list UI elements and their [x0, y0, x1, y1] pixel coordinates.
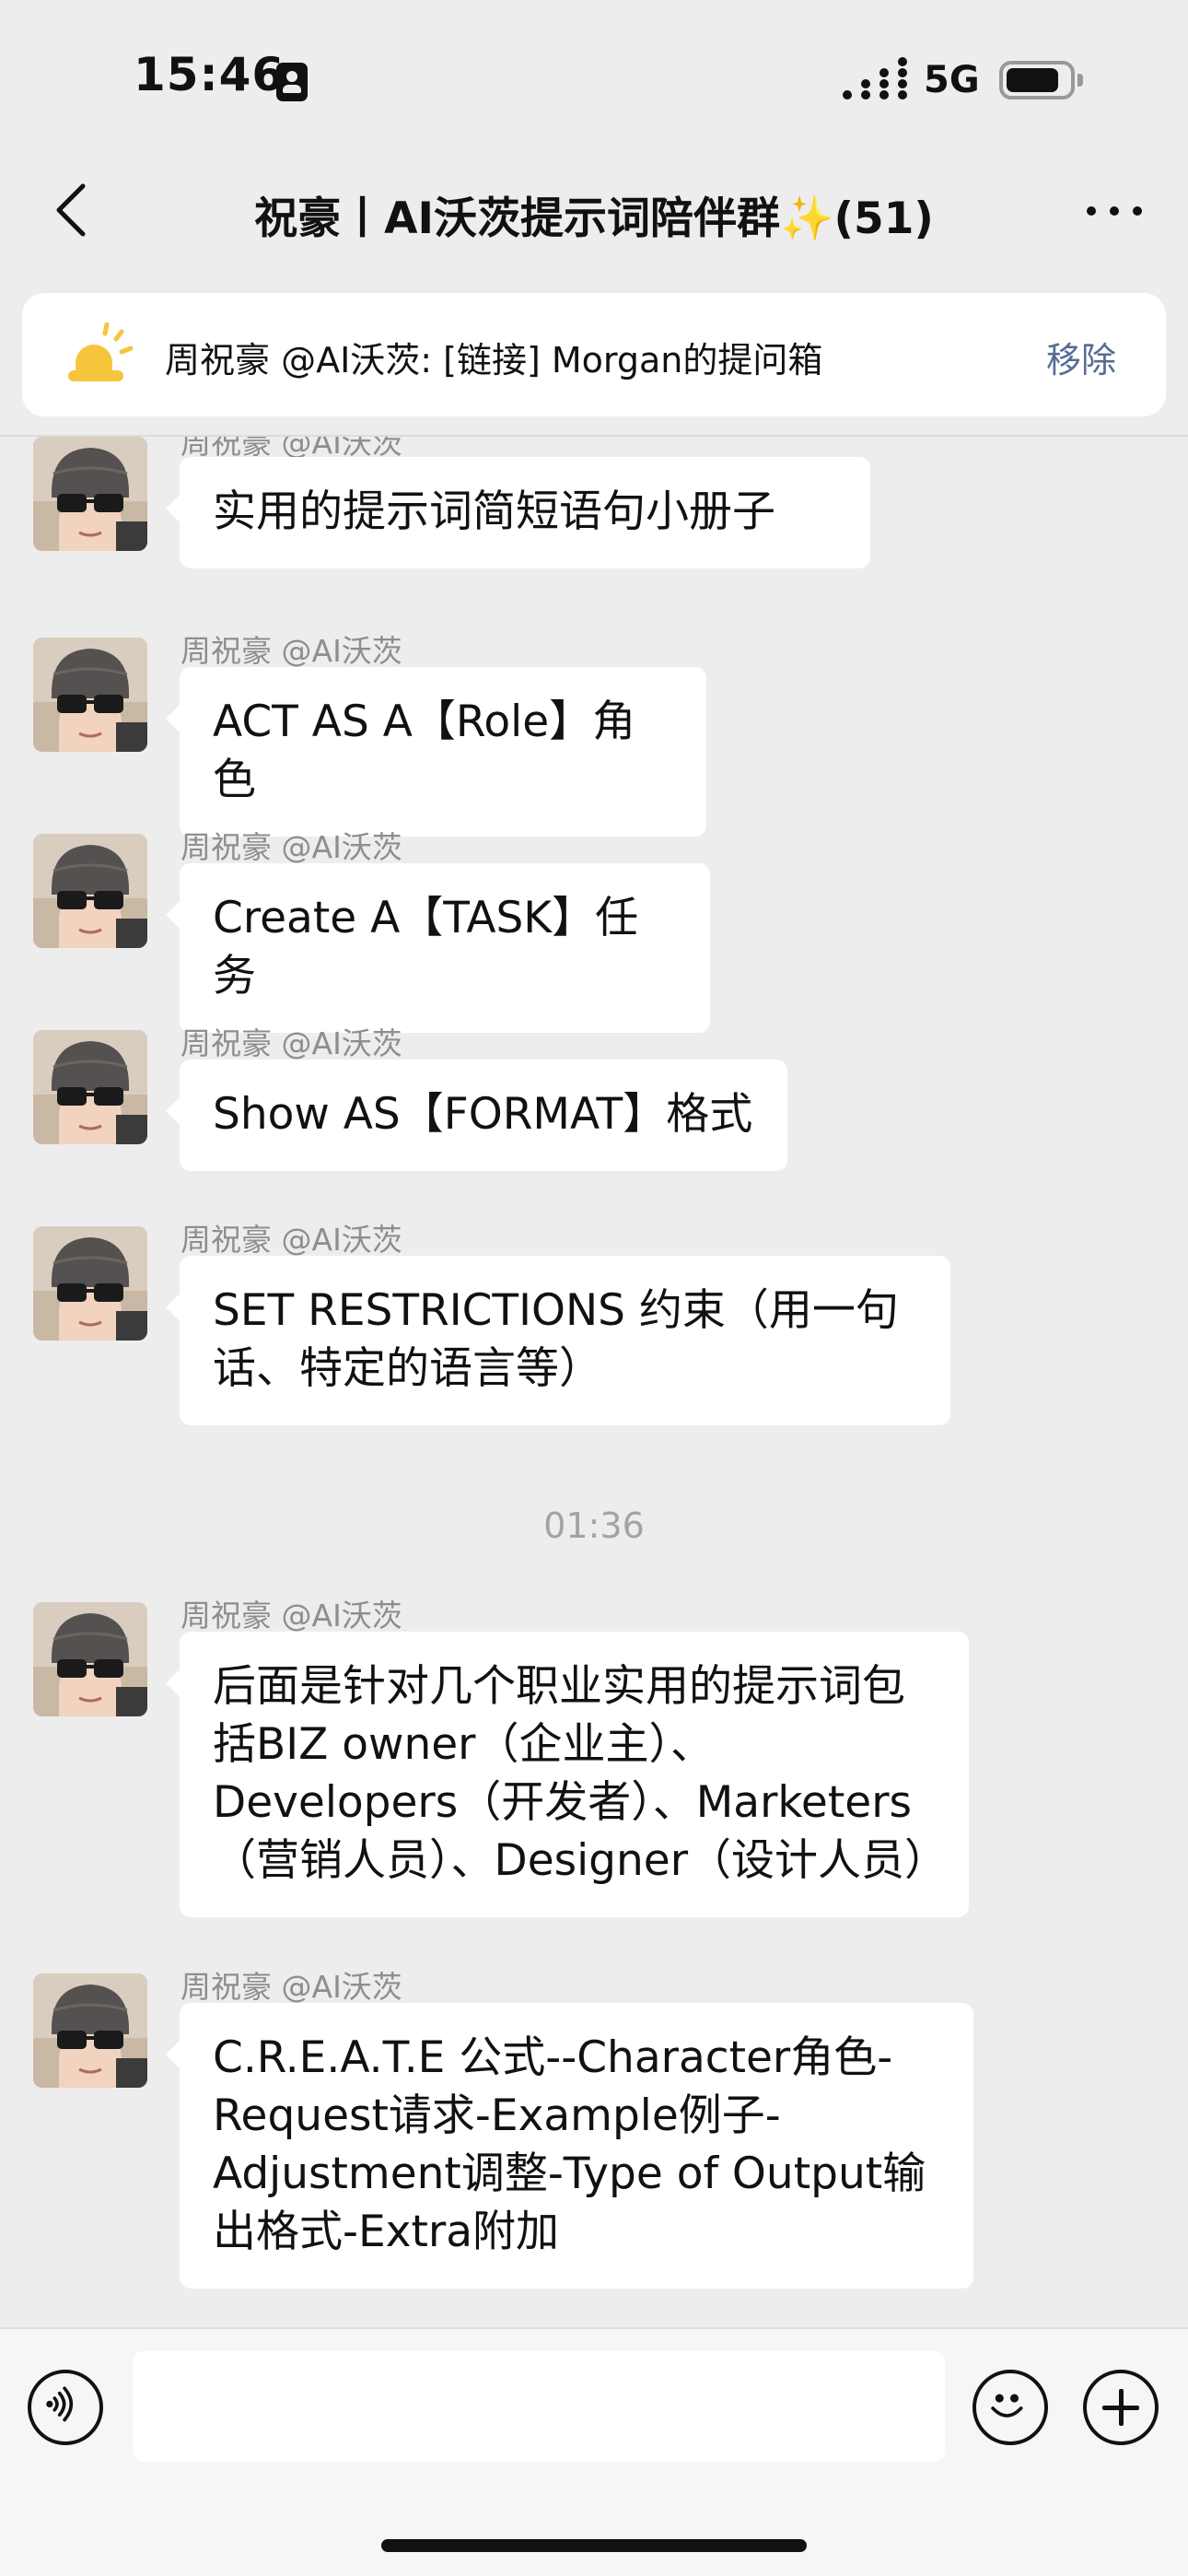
message-timestamp: 01:36 — [543, 1505, 645, 1546]
pinned-message-banner[interactable]: 周祝豪 @AI沃茨: [链接] Morgan的提问箱 移除 — [22, 293, 1166, 416]
message-input[interactable] — [133, 2351, 945, 2462]
signal-dot — [879, 68, 889, 77]
emoji-button[interactable] — [973, 2370, 1048, 2445]
avatar-photo — [33, 834, 147, 948]
signal-dot — [861, 90, 870, 100]
message-bubble[interactable]: Create A【TASK】任务 — [166, 863, 710, 1033]
chat-title: 祝豪丨AI沃茨提示词陪伴群✨(51) — [254, 193, 934, 244]
network-type: 5G — [924, 59, 980, 101]
battery-level-fill — [1007, 68, 1058, 92]
sender-name: 周祝豪 @AI沃茨 — [181, 1969, 402, 2005]
signal-dot — [898, 90, 907, 100]
signal-dot — [898, 79, 907, 88]
sender-name: 周祝豪 @AI沃茨 — [181, 1222, 402, 1258]
signal-dot — [843, 90, 852, 100]
avatar[interactable] — [33, 1973, 147, 2088]
home-indicator — [381, 2539, 807, 2552]
voice-icon — [46, 2386, 74, 2422]
message-bubble[interactable]: C.R.E.A.T.E 公式--Character角色-Request请求-Ex… — [166, 2003, 973, 2289]
avatar-photo — [33, 638, 147, 752]
more-icon-dot — [1133, 206, 1142, 216]
battery-tip — [1077, 74, 1083, 87]
voice-button[interactable] — [28, 2370, 103, 2445]
message-bubble[interactable]: SET RESTRICTIONS 约束（用一句话、特定的语言等） — [166, 1256, 950, 1425]
remove-pin-button[interactable]: 移除 — [1046, 332, 1116, 382]
message-bubble[interactable]: 后面是针对几个职业实用的提示词包括BIZ owner（企业主）、Develope… — [166, 1632, 969, 1917]
sender-name: 周祝豪 @AI沃茨 — [181, 1598, 402, 1633]
avatar-photo — [33, 1030, 147, 1144]
back-chevron-icon — [56, 183, 86, 237]
message-bubble[interactable]: ACT AS A【Role】角色 — [166, 667, 706, 837]
avatar[interactable] — [33, 638, 147, 752]
pinned-message-text: 周祝豪 @AI沃茨: [链接] Morgan的提问箱 — [165, 340, 823, 381]
signal-dot — [898, 68, 907, 77]
back-button[interactable] — [37, 173, 111, 247]
status-bar: 15:46 5G — [0, 0, 1188, 147]
message-bubble[interactable]: 实用的提示词简短语句小册子 — [166, 457, 870, 568]
avatar[interactable] — [33, 437, 147, 551]
chat-message-list[interactable]: 周祝豪 @AI沃茨 实用的提示词简短语句小册子 周祝豪 @AI沃茨 ACT AS… — [0, 437, 1188, 2327]
avatar-photo — [33, 1602, 147, 1716]
sender-name: 周祝豪 @AI沃茨 — [181, 829, 402, 865]
plus-icon[interactable] — [1083, 2370, 1159, 2445]
signal-dot — [861, 79, 870, 88]
avatar[interactable] — [33, 1602, 147, 1716]
signal-dot — [879, 90, 889, 100]
sun-icon — [68, 322, 134, 381]
chat-header: 祝豪丨AI沃茨提示词陪伴群✨(51) — [0, 147, 1188, 276]
more-icon — [1087, 206, 1096, 216]
avatar-photo — [33, 437, 147, 551]
avatar-photo — [33, 1226, 147, 1341]
avatar[interactable] — [33, 834, 147, 948]
avatar-photo — [33, 1973, 147, 2088]
message-bubble[interactable]: Show AS【FORMAT】格式 — [166, 1060, 787, 1171]
contact-card-icon — [276, 63, 308, 101]
emoji-icon — [991, 2394, 1023, 2418]
avatar[interactable] — [33, 1030, 147, 1144]
signal-icon — [843, 57, 920, 101]
more-button[interactable] — [1077, 173, 1151, 247]
sender-name: 周祝豪 @AI沃茨 — [181, 1025, 402, 1061]
signal-dot — [879, 79, 889, 88]
avatar[interactable] — [33, 1226, 147, 1341]
more-icon-dot — [1110, 206, 1119, 216]
signal-dot — [898, 57, 907, 66]
status-time: 15:46 — [134, 48, 285, 101]
battery-icon — [999, 61, 1075, 100]
sender-name: 周祝豪 @AI沃茨 — [181, 633, 402, 669]
